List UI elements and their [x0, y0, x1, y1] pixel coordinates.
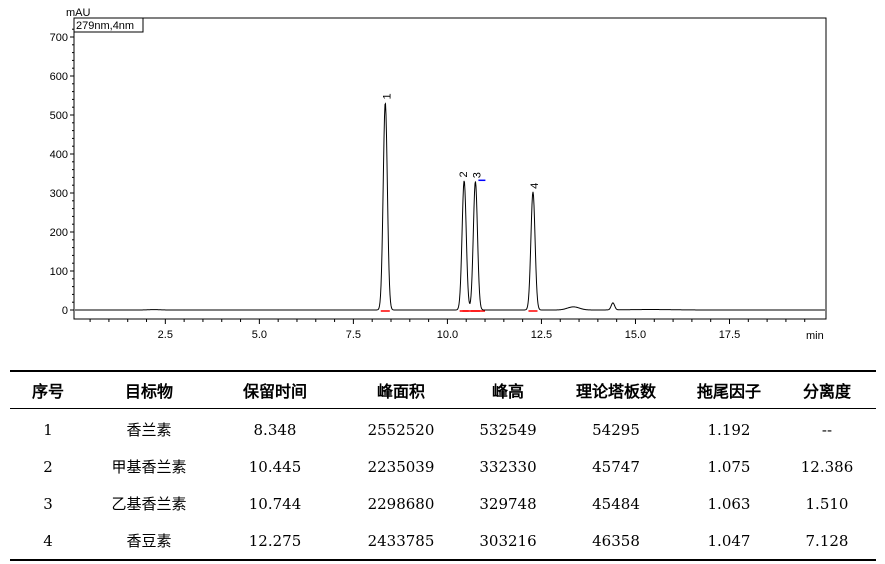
cell-tailing-factor: 1.063 [707, 494, 751, 513]
cell-resolution: 12.386 [800, 457, 854, 476]
header-tailing-factor: 拖尾因子 [696, 382, 761, 401]
cell-peak-area: 2433785 [367, 531, 435, 550]
peak-label: 4 [529, 183, 541, 189]
x-tick-label: 7.5 [346, 329, 361, 341]
cell-tailing-factor: 1.075 [707, 457, 751, 476]
cell-index: 4 [43, 531, 53, 550]
y-axis: 0 100 200 300 400 500 600 700 [50, 28, 74, 317]
baseline-markers [380, 179, 538, 312]
cell-peak-height: 332330 [479, 457, 537, 476]
cell-tailing-factor: 1.192 [707, 420, 751, 439]
table-header-row: 序号 目标物 保留时间 峰面积 峰高 理论塔板数 拖尾因子 分离度 [10, 371, 876, 409]
cell-peak-height: 532549 [479, 420, 537, 439]
peak-label: 1 [381, 93, 393, 99]
cell-tailing-factor: 1.047 [707, 531, 751, 550]
x-axis: 2.5 5.0 7.5 10.0 12.5 15.0 17.5 [89, 319, 806, 341]
y-axis-label: mAU [66, 7, 91, 19]
x-tick-label: 10.0 [437, 329, 458, 341]
cell-plate-count: 45747 [592, 457, 640, 476]
cell-analyte: 香豆素 [126, 532, 172, 550]
cell-retention-time: 10.445 [248, 457, 302, 476]
cell-retention-time: 8.348 [253, 420, 297, 439]
header-analyte: 目标物 [124, 382, 173, 401]
y-tick-label: 0 [62, 305, 68, 317]
y-tick-label: 400 [50, 149, 68, 161]
header-plate-count: 理论塔板数 [575, 382, 656, 401]
trace-label-text: 279nm,4nm [76, 20, 134, 32]
cell-analyte: 香兰素 [126, 421, 172, 439]
x-tick-label: 2.5 [158, 329, 173, 341]
x-tick-label: 15.0 [625, 329, 646, 341]
peak-label: 2 [458, 171, 470, 177]
y-tick-label: 500 [50, 110, 68, 122]
cell-resolution: 7.128 [805, 531, 849, 550]
cell-analyte: 乙基香兰素 [111, 495, 187, 513]
cell-index: 1 [43, 420, 53, 439]
cell-peak-height: 303216 [479, 531, 537, 550]
cell-resolution: 1.510 [805, 494, 849, 513]
trace-label: 279nm,4nm [73, 17, 144, 33]
cell-peak-area: 2235039 [367, 457, 435, 476]
cell-peak-height: 329748 [479, 494, 537, 513]
header-peak-area: 峰面积 [376, 382, 425, 401]
table-row: 2 甲基香兰素 10.445 2235039 332330 45747 1.07… [10, 448, 876, 485]
header-resolution: 分离度 [802, 382, 851, 401]
x-tick-label: 17.5 [719, 329, 740, 341]
x-axis-label: min [806, 330, 824, 342]
y-tick-label: 700 [50, 32, 68, 44]
cell-peak-area: 2298680 [367, 494, 435, 513]
peak-label: 3 [471, 172, 483, 178]
table-row: 1 香兰素 8.348 2552520 532549 54295 1.192 -… [10, 409, 876, 449]
cell-peak-area: 2552520 [367, 420, 435, 439]
table-row: 3 乙基香兰素 10.744 2298680 329748 45484 1.06… [10, 485, 876, 522]
cell-index: 2 [43, 457, 53, 476]
cell-analyte: 甲基香兰素 [111, 458, 187, 476]
cell-retention-time: 12.275 [248, 531, 302, 550]
results-table: 序号 目标物 保留时间 峰面积 峰高 理论塔板数 拖尾因子 分离度 1 香兰素 … [10, 370, 876, 561]
chromatogram-svg: mAU min 279nm,4nm 0 100 200 300 400 500 600 700… [50, 7, 827, 342]
table-row: 4 香豆素 12.275 2433785 303216 46358 1.047 … [10, 522, 876, 560]
cell-resolution: -- [821, 420, 833, 439]
chromatogram-chart: mAU min 279nm,4nm 0 100 200 300 400 500 600 700… [0, 0, 885, 350]
cell-plate-count: 54295 [592, 420, 640, 439]
peak-labels: 1 2 3 4 [381, 93, 541, 188]
header-retention-time: 保留时间 [242, 382, 307, 401]
cell-index: 3 [43, 494, 53, 513]
y-tick-label: 100 [50, 266, 68, 278]
plot-frame [73, 17, 827, 320]
header-peak-height: 峰高 [491, 382, 524, 401]
chromatogram-trace [75, 102, 825, 311]
y-tick-label: 300 [50, 188, 68, 200]
y-tick-label: 200 [50, 227, 68, 239]
y-tick-label: 600 [50, 71, 68, 83]
cell-plate-count: 45484 [592, 494, 640, 513]
cell-retention-time: 10.744 [248, 494, 302, 513]
x-tick-label: 5.0 [252, 329, 267, 341]
header-index: 序号 [31, 382, 64, 401]
x-tick-label: 12.5 [531, 329, 552, 341]
cell-plate-count: 46358 [592, 531, 640, 550]
